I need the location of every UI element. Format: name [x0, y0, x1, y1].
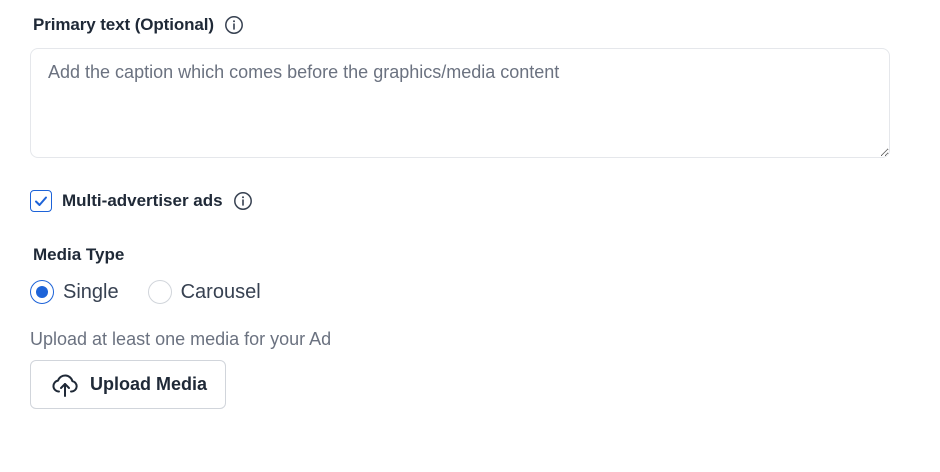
multi-advertiser-label[interactable]: Multi-advertiser ads	[62, 191, 223, 211]
multi-advertiser-row: Multi-advertiser ads	[30, 190, 253, 212]
upload-hint-text: Upload at least one media for your Ad	[30, 329, 332, 349]
multi-advertiser-checkbox[interactable]	[30, 190, 52, 212]
media-type-label: Media Type	[33, 245, 125, 264]
info-circle-icon[interactable]	[233, 191, 253, 211]
cloud-upload-icon	[50, 370, 80, 400]
checkmark-icon	[35, 196, 47, 206]
radio-label-single[interactable]: Single	[63, 281, 119, 304]
media-type-option-single[interactable]: Single	[30, 280, 119, 304]
radio-button-selected[interactable]	[30, 280, 54, 304]
media-type-option-carousel[interactable]: Carousel	[147, 280, 261, 304]
primary-text-label-row: Primary text (Optional)	[33, 15, 244, 35]
primary-text-label: Primary text (Optional)	[33, 15, 214, 34]
upload-media-label: Upload Media	[90, 374, 208, 394]
radio-label-carousel[interactable]: Carousel	[181, 281, 261, 304]
upload-media-button[interactable]: Upload Media	[30, 360, 226, 409]
media-type-radio-group: Single Carousel	[30, 280, 290, 304]
primary-text-input[interactable]	[30, 48, 890, 158]
radio-dot	[36, 286, 48, 298]
radio-button-unselected[interactable]	[147, 280, 172, 304]
info-circle-icon[interactable]	[224, 15, 244, 35]
